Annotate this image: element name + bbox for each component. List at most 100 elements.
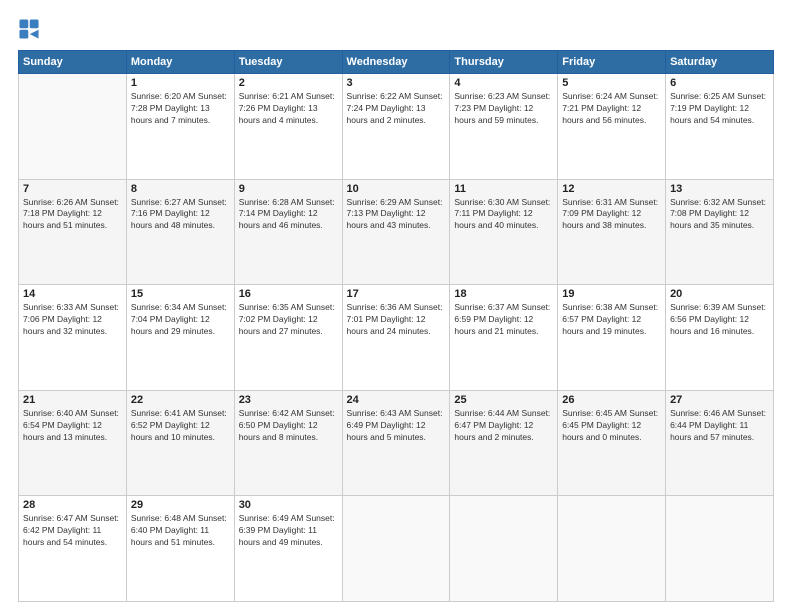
week-row-1: 1Sunrise: 6:20 AM Sunset: 7:28 PM Daylig… <box>19 74 774 180</box>
day-info: Sunrise: 6:39 AM Sunset: 6:56 PM Dayligh… <box>670 302 769 338</box>
day-info: Sunrise: 6:47 AM Sunset: 6:42 PM Dayligh… <box>23 513 122 549</box>
day-number: 4 <box>454 77 553 89</box>
day-info: Sunrise: 6:45 AM Sunset: 6:45 PM Dayligh… <box>562 408 661 444</box>
calendar-cell: 19 Sunrise: 6:38 AM Sunset: 6:57 PM Dayli… <box>558 285 666 391</box>
calendar-cell: 12 Sunrise: 6:31 AM Sunset: 7:09 PM Dayli… <box>558 179 666 285</box>
logo <box>18 18 44 40</box>
day-info: Sunrise: 6:32 AM Sunset: 7:08 PM Dayligh… <box>670 197 769 233</box>
day-number: 28 <box>23 499 122 511</box>
day-info: Sunrise: 6:37 AM Sunset: 6:59 PM Dayligh… <box>454 302 553 338</box>
calendar-cell: 9 Sunrise: 6:28 AM Sunset: 7:14 PM Daylig… <box>234 179 342 285</box>
calendar-cell: 13 Sunrise: 6:32 AM Sunset: 7:08 PM Dayli… <box>666 179 774 285</box>
header-day-monday: Monday <box>126 51 234 74</box>
calendar-cell: 20 Sunrise: 6:39 AM Sunset: 6:56 PM Dayli… <box>666 285 774 391</box>
day-number: 17 <box>347 288 446 300</box>
calendar-cell <box>450 496 558 602</box>
day-number: 9 <box>239 183 338 195</box>
header-row: SundayMondayTuesdayWednesdayThursdayFrid… <box>19 51 774 74</box>
day-info: Sunrise: 6:31 AM Sunset: 7:09 PM Dayligh… <box>562 197 661 233</box>
calendar-cell: 27 Sunrise: 6:46 AM Sunset: 6:44 PM Dayli… <box>666 390 774 496</box>
day-number: 7 <box>23 183 122 195</box>
day-info: Sunrise: 6:28 AM Sunset: 7:14 PM Dayligh… <box>239 197 338 233</box>
day-number: 18 <box>454 288 553 300</box>
calendar-cell <box>558 496 666 602</box>
day-info: Sunrise: 6:22 AM Sunset: 7:24 PM Dayligh… <box>347 91 446 127</box>
day-info: Sunrise: 6:34 AM Sunset: 7:04 PM Dayligh… <box>131 302 230 338</box>
calendar-cell: 16 Sunrise: 6:35 AM Sunset: 7:02 PM Dayli… <box>234 285 342 391</box>
day-number: 13 <box>670 183 769 195</box>
day-info: Sunrise: 6:40 AM Sunset: 6:54 PM Dayligh… <box>23 408 122 444</box>
calendar-cell: 3 Sunrise: 6:22 AM Sunset: 7:24 PM Daylig… <box>342 74 450 180</box>
day-info: Sunrise: 6:46 AM Sunset: 6:44 PM Dayligh… <box>670 408 769 444</box>
day-info: Sunrise: 6:35 AM Sunset: 7:02 PM Dayligh… <box>239 302 338 338</box>
day-number: 15 <box>131 288 230 300</box>
calendar-cell: 22 Sunrise: 6:41 AM Sunset: 6:52 PM Dayli… <box>126 390 234 496</box>
day-number: 8 <box>131 183 230 195</box>
day-number: 25 <box>454 394 553 406</box>
header-day-wednesday: Wednesday <box>342 51 450 74</box>
calendar-cell: 15 Sunrise: 6:34 AM Sunset: 7:04 PM Dayli… <box>126 285 234 391</box>
day-number: 1 <box>131 77 230 89</box>
day-number: 27 <box>670 394 769 406</box>
day-number: 26 <box>562 394 661 406</box>
day-number: 22 <box>131 394 230 406</box>
day-info: Sunrise: 6:33 AM Sunset: 7:06 PM Dayligh… <box>23 302 122 338</box>
calendar-cell <box>666 496 774 602</box>
calendar-cell: 17 Sunrise: 6:36 AM Sunset: 7:01 PM Dayli… <box>342 285 450 391</box>
day-number: 29 <box>131 499 230 511</box>
day-info: Sunrise: 6:48 AM Sunset: 6:40 PM Dayligh… <box>131 513 230 549</box>
day-number: 5 <box>562 77 661 89</box>
day-number: 16 <box>239 288 338 300</box>
header-day-sunday: Sunday <box>19 51 127 74</box>
day-number: 14 <box>23 288 122 300</box>
day-info: Sunrise: 6:27 AM Sunset: 7:16 PM Dayligh… <box>131 197 230 233</box>
week-row-5: 28 Sunrise: 6:47 AM Sunset: 6:42 PM Dayli… <box>19 496 774 602</box>
week-row-2: 7 Sunrise: 6:26 AM Sunset: 7:18 PM Daylig… <box>19 179 774 285</box>
day-number: 6 <box>670 77 769 89</box>
day-number: 3 <box>347 77 446 89</box>
calendar-cell: 4Sunrise: 6:23 AM Sunset: 7:23 PM Daylig… <box>450 74 558 180</box>
calendar-cell <box>342 496 450 602</box>
calendar-cell: 11 Sunrise: 6:30 AM Sunset: 7:11 PM Dayli… <box>450 179 558 285</box>
day-info: Sunrise: 6:36 AM Sunset: 7:01 PM Dayligh… <box>347 302 446 338</box>
day-info: Sunrise: 6:29 AM Sunset: 7:13 PM Dayligh… <box>347 197 446 233</box>
calendar-cell: 14 Sunrise: 6:33 AM Sunset: 7:06 PM Dayli… <box>19 285 127 391</box>
calendar-cell: 1Sunrise: 6:20 AM Sunset: 7:28 PM Daylig… <box>126 74 234 180</box>
header-day-tuesday: Tuesday <box>234 51 342 74</box>
day-info: Sunrise: 6:24 AM Sunset: 7:21 PM Dayligh… <box>562 91 661 127</box>
calendar-cell: 2Sunrise: 6:21 AM Sunset: 7:26 PM Daylig… <box>234 74 342 180</box>
day-number: 2 <box>239 77 338 89</box>
calendar-cell: 24 Sunrise: 6:43 AM Sunset: 6:49 PM Dayli… <box>342 390 450 496</box>
calendar-cell: 6 Sunrise: 6:25 AM Sunset: 7:19 PM Daylig… <box>666 74 774 180</box>
calendar-cell: 23Sunrise: 6:42 AM Sunset: 6:50 PM Dayli… <box>234 390 342 496</box>
day-info: Sunrise: 6:38 AM Sunset: 6:57 PM Dayligh… <box>562 302 661 338</box>
day-number: 12 <box>562 183 661 195</box>
day-number: 11 <box>454 183 553 195</box>
calendar-cell: 28 Sunrise: 6:47 AM Sunset: 6:42 PM Dayli… <box>19 496 127 602</box>
calendar-cell: 8 Sunrise: 6:27 AM Sunset: 7:16 PM Daylig… <box>126 179 234 285</box>
day-number: 21 <box>23 394 122 406</box>
calendar-cell: 5 Sunrise: 6:24 AM Sunset: 7:21 PM Daylig… <box>558 74 666 180</box>
day-number: 23 <box>239 394 338 406</box>
day-number: 24 <box>347 394 446 406</box>
header-day-saturday: Saturday <box>666 51 774 74</box>
calendar-cell: 18 Sunrise: 6:37 AM Sunset: 6:59 PM Dayli… <box>450 285 558 391</box>
day-number: 30 <box>239 499 338 511</box>
day-number: 19 <box>562 288 661 300</box>
calendar-cell: 26 Sunrise: 6:45 AM Sunset: 6:45 PM Dayli… <box>558 390 666 496</box>
calendar-cell: 30Sunrise: 6:49 AM Sunset: 6:39 PM Dayli… <box>234 496 342 602</box>
calendar-cell: 29 Sunrise: 6:48 AM Sunset: 6:40 PM Dayli… <box>126 496 234 602</box>
week-row-4: 21 Sunrise: 6:40 AM Sunset: 6:54 PM Dayli… <box>19 390 774 496</box>
logo-icon <box>18 18 40 40</box>
header-day-thursday: Thursday <box>450 51 558 74</box>
calendar-cell: 10Sunrise: 6:29 AM Sunset: 7:13 PM Dayli… <box>342 179 450 285</box>
calendar-cell <box>19 74 127 180</box>
day-info: Sunrise: 6:30 AM Sunset: 7:11 PM Dayligh… <box>454 197 553 233</box>
day-number: 20 <box>670 288 769 300</box>
day-info: Sunrise: 6:43 AM Sunset: 6:49 PM Dayligh… <box>347 408 446 444</box>
day-info: Sunrise: 6:41 AM Sunset: 6:52 PM Dayligh… <box>131 408 230 444</box>
day-info: Sunrise: 6:26 AM Sunset: 7:18 PM Dayligh… <box>23 197 122 233</box>
day-info: Sunrise: 6:25 AM Sunset: 7:19 PM Dayligh… <box>670 91 769 127</box>
calendar-cell: 21 Sunrise: 6:40 AM Sunset: 6:54 PM Dayli… <box>19 390 127 496</box>
calendar-cell: 7 Sunrise: 6:26 AM Sunset: 7:18 PM Daylig… <box>19 179 127 285</box>
